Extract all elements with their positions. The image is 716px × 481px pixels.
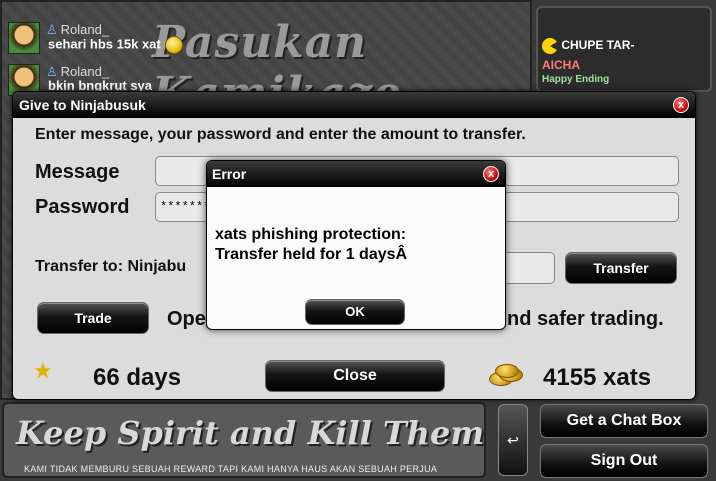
group-banner: Keep Spirit and Kill Them AlL KAMI TIDAK… [2, 402, 486, 478]
close-icon[interactable]: x [673, 97, 689, 113]
return-icon[interactable]: ↩ [498, 404, 528, 476]
close-icon[interactable]: x [483, 166, 499, 182]
days-value: 66 days [93, 364, 182, 391]
message-text: sehari hbs 15k xat [48, 36, 161, 52]
user-name: Happy Ending [542, 74, 610, 85]
error-line-1: xats phishing protection: [215, 226, 407, 243]
smiley-icon [164, 36, 183, 54]
error-dialog-titlebar[interactable]: Error x [207, 161, 505, 187]
close-button[interactable]: Close [265, 360, 445, 392]
xats-value: 4155 xats [543, 364, 652, 391]
transfer-button[interactable]: Transfer [565, 252, 677, 284]
message-label: Message [35, 161, 120, 183]
pacman-icon [542, 38, 558, 54]
user-list[interactable]: CHUPE TAR- AICHA Happy Ending [536, 6, 712, 92]
trade-button[interactable]: Trade [37, 302, 149, 334]
banner-text: Keep Spirit and Kill Them AlL [16, 414, 485, 452]
give-dialog-title: Give to Ninjabusuk [19, 97, 146, 113]
give-dialog-titlebar[interactable]: Give to Ninjabusuk x [13, 92, 695, 118]
star-icon: ★ [33, 358, 53, 383]
error-line-2: Transfer held for 1 daysÂ [215, 246, 408, 263]
banner-strip-text: KAMI TIDAK MEMBURU SEBUAH REWARD TAPI KA… [24, 464, 438, 474]
error-message: xats phishing protection: Transfer held … [215, 225, 407, 265]
user-name: AICHA [542, 58, 580, 72]
get-chat-box-button[interactable]: Get a Chat Box [540, 404, 708, 438]
error-dialog-title: Error [212, 166, 247, 182]
password-label: Password [35, 196, 130, 218]
sign-out-button[interactable]: Sign Out [540, 444, 708, 478]
user-list-item[interactable]: Happy Ending [542, 74, 609, 85]
coins-icon [489, 364, 523, 386]
ok-button[interactable]: OK [305, 299, 405, 325]
transfer-to-label: Transfer to: Ninjabu [35, 258, 187, 275]
error-dialog: Error x xats phishing protection: Transf… [206, 160, 506, 330]
user-list-item[interactable]: AICHA [542, 58, 580, 72]
user-name: CHUPE TAR- [561, 38, 635, 53]
trade-info-text-end: nd safer trading. [507, 308, 664, 330]
instructions-text: Enter message, your password and enter t… [35, 126, 526, 143]
avatar[interactable] [8, 22, 40, 54]
user-list-item[interactable]: CHUPE TAR- [542, 38, 634, 54]
trade-info-text: Ope [167, 308, 206, 330]
